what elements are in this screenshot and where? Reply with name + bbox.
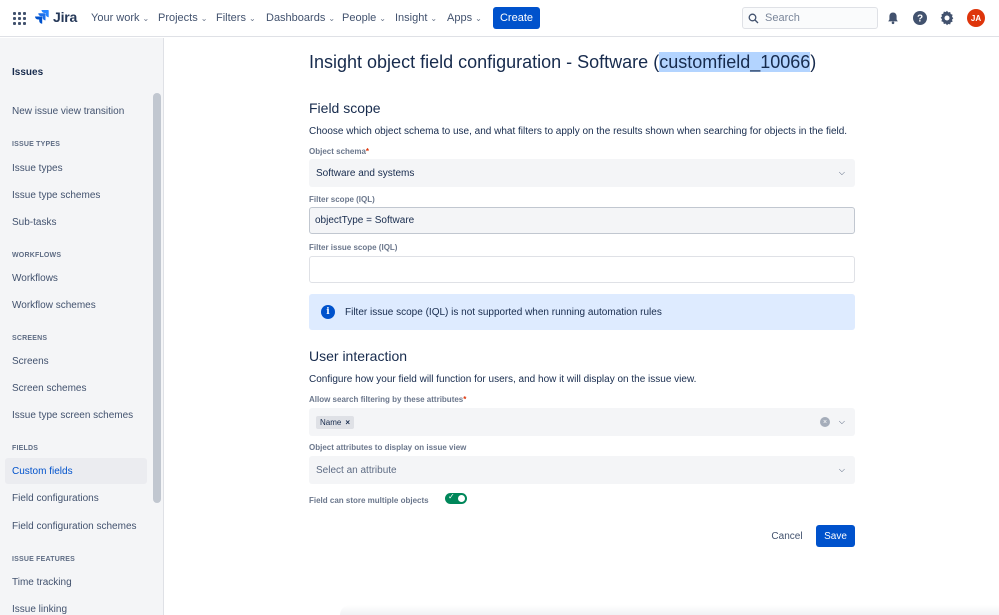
search-icon <box>748 13 759 23</box>
jira-logo[interactable]: Jira <box>35 9 77 25</box>
nav-filters[interactable]: Filters ⌄ <box>216 12 256 24</box>
sidebar-item-sub-tasks[interactable]: Sub-tasks <box>5 209 147 235</box>
chevron-down-icon: ⌵ <box>838 168 845 177</box>
sidebar: Issues New issue view transition ISSUE T… <box>0 38 164 615</box>
info-icon: i <box>321 305 335 319</box>
object-schema-label: Object schema* <box>309 147 369 156</box>
top-navigation: Jira Your work ⌄ Projects ⌄ Filters ⌄ Dashb… <box>0 0 999 37</box>
filter-scope-label: Filter scope (IQL) <box>309 195 375 204</box>
notification-bell-icon[interactable] <box>884 9 902 27</box>
toggle-knob <box>458 495 465 502</box>
sidebar-scrollbar[interactable] <box>153 93 161 503</box>
chevron-down-icon: ⌵ <box>838 417 845 426</box>
page-title: Insight object field configuration - Sof… <box>309 52 816 73</box>
sidebar-heading-screens: SCREENS <box>12 335 48 342</box>
sidebar-heading-workflows: WORKFLOWS <box>12 252 62 259</box>
object-schema-select[interactable]: Software and systems ⌵ <box>309 159 855 187</box>
section-title-user-interaction: User interaction <box>309 348 408 364</box>
required-marker: * <box>365 147 370 156</box>
info-message-text: Filter issue scope (IQL) is not supporte… <box>345 306 662 318</box>
sidebar-item-screen-schemes[interactable]: Screen schemes <box>5 375 147 401</box>
nav-label: Filters <box>216 12 246 24</box>
object-schema-value: Software and systems <box>316 167 415 179</box>
jira-logo-icon <box>35 10 49 24</box>
multiple-objects-toggle[interactable]: ✓ <box>445 492 467 504</box>
chevron-down-icon: ⌄ <box>475 13 482 23</box>
sidebar-item-workflows[interactable]: Workflows <box>5 265 147 291</box>
sidebar-item-issue-type-screen-schemes[interactable]: Issue type screen schemes <box>5 402 147 428</box>
sidebar-item-new-issue-view-transition[interactable]: New issue view transition <box>5 98 147 124</box>
jira-logo-text: Jira <box>53 9 78 25</box>
multiple-objects-label: Field can store multiple objects <box>309 496 429 505</box>
sidebar-title: Issues <box>12 67 44 78</box>
display-attributes-select[interactable]: Select an attribute ⌵ <box>309 456 855 484</box>
nav-insight[interactable]: Insight ⌄ <box>395 12 437 24</box>
save-button[interactable]: Save <box>816 525 855 547</box>
sidebar-heading-fields: FIELDS <box>12 445 39 452</box>
nav-label: Dashboards <box>266 12 326 24</box>
chevron-down-icon: ⌄ <box>248 13 256 23</box>
label-text: Object schema <box>309 147 366 156</box>
info-message: i Filter issue scope (IQL) is not suppor… <box>309 294 855 330</box>
chevron-down-icon: ⌄ <box>430 13 438 23</box>
page-title-prefix: Insight object field configuration - Sof… <box>309 52 660 72</box>
required-marker: * <box>463 395 467 404</box>
bottom-panel-edge <box>340 605 999 615</box>
chevron-down-icon: ⌄ <box>200 13 208 23</box>
sidebar-item-time-tracking[interactable]: Time tracking <box>5 569 147 595</box>
filter-issue-scope-label: Filter issue scope (IQL) <box>309 243 398 252</box>
nav-label: Your work <box>91 12 140 24</box>
clear-icon[interactable]: × <box>820 417 830 427</box>
filter-issue-scope-input[interactable] <box>309 256 855 283</box>
sidebar-item-issue-type-schemes[interactable]: Issue type schemes <box>5 182 147 208</box>
settings-gear-icon[interactable] <box>938 9 956 27</box>
nav-people[interactable]: People ⌄ <box>342 12 386 24</box>
sidebar-heading-issue-features: ISSUE FEATURES <box>12 556 75 563</box>
chevron-down-icon: ⌄ <box>328 13 336 23</box>
attribute-tag: Name × <box>316 415 355 429</box>
filter-scope-input[interactable]: objectType = Software <box>309 207 855 234</box>
nav-label: Projects <box>158 12 198 24</box>
search-box[interactable] <box>742 7 878 29</box>
sidebar-item-screens[interactable]: Screens <box>5 348 147 374</box>
attribute-tag-label: Name <box>320 417 342 427</box>
user-interaction-description: Configure how your field will function f… <box>309 374 697 385</box>
sidebar-heading-issue-types: ISSUE TYPES <box>12 141 61 148</box>
display-attributes-placeholder: Select an attribute <box>316 464 397 476</box>
nav-dashboards[interactable]: Dashboards ⌄ <box>266 12 335 24</box>
create-button[interactable]: Create <box>493 7 540 29</box>
check-icon: ✓ <box>448 492 455 501</box>
section-title-field-scope: Field scope <box>309 100 381 116</box>
nav-label: Apps <box>447 12 473 24</box>
nav-projects[interactable]: Projects ⌄ <box>158 12 207 24</box>
avatar[interactable]: JA <box>967 9 985 27</box>
display-attributes-label: Object attributes to display on issue vi… <box>309 443 467 452</box>
app-switcher-icon[interactable] <box>13 12 26 25</box>
cancel-button[interactable]: Cancel <box>767 525 807 547</box>
label-text: Allow search filtering by these attribut… <box>309 395 464 404</box>
nav-label: Insight <box>395 12 428 24</box>
chevron-down-icon: ⌄ <box>142 13 150 23</box>
remove-tag-icon[interactable]: × <box>345 418 350 427</box>
nav-label: People <box>342 12 377 24</box>
search-attributes-multiselect[interactable]: Name × × ⌵ <box>309 408 855 436</box>
nav-apps[interactable]: Apps ⌄ <box>447 12 482 24</box>
sidebar-item-issue-linking[interactable]: Issue linking <box>5 596 147 615</box>
nav-your-work[interactable]: Your work ⌄ <box>91 12 149 24</box>
svg-text:?: ? <box>917 14 923 25</box>
help-icon[interactable]: ? <box>911 9 929 27</box>
field-scope-description: Choose which object schema to use, and w… <box>309 126 848 137</box>
sidebar-item-field-configurations[interactable]: Field configurations <box>5 485 147 511</box>
search-attributes-label: Allow search filtering by these attribut… <box>309 395 466 404</box>
sidebar-item-field-configuration-schemes[interactable]: Field configuration schemes <box>5 513 147 539</box>
sidebar-item-workflow-schemes[interactable]: Workflow schemes <box>5 292 147 318</box>
page-title-suffix: ) <box>810 52 817 72</box>
chevron-down-icon: ⌄ <box>379 13 386 23</box>
search-input[interactable] <box>765 12 865 24</box>
chevron-down-icon: ⌵ <box>838 465 845 474</box>
sidebar-item-issue-types[interactable]: Issue types <box>5 155 147 181</box>
page-title-field-id: customfield_10066 <box>659 52 811 72</box>
sidebar-item-custom-fields[interactable]: Custom fields <box>5 458 147 484</box>
